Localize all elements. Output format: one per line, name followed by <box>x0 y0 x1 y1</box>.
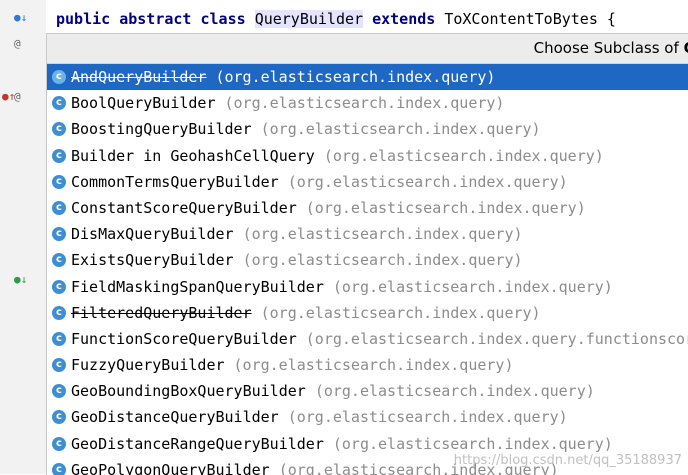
subclass-list-item[interactable]: c AndQueryBuilder (org.elasticsearch.index… <box>47 64 688 91</box>
subclass-entry: FuzzyQueryBuilder (org.elasticsearch.inde… <box>71 352 514 378</box>
subclass-entry: FilteredQueryBuilder (org.elasticsearch.i… <box>71 300 541 326</box>
editor-gutter: ●↓ @ ●↑ @ ●↓ <box>0 0 46 474</box>
subclass-package: (org.elasticsearch.index.query.functions… <box>305 329 688 348</box>
parent-class[interactable]: ToXContentToBytes <box>444 10 598 28</box>
subclass-name: ConstantScoreQueryBuilder <box>71 198 297 217</box>
keyword-extends: extends <box>372 10 436 28</box>
class-icon: c <box>52 227 66 242</box>
subclass-package: (org.elasticsearch.index.query) <box>314 382 595 401</box>
subclass-package: (org.elasticsearch.index.query) <box>233 356 514 375</box>
subclass-package: (org.elasticsearch.index.query) <box>215 68 496 86</box>
subclass-entry: CommonTermsQueryBuilder (org.elasticsearc… <box>71 169 568 195</box>
subclass-entry: FieldMaskingSpanQueryBuilder (org.elastic… <box>71 274 613 300</box>
subclass-name: GeoDistanceQueryBuilder <box>71 408 279 427</box>
subclass-package: (org.elasticsearch.index.query) <box>287 408 568 427</box>
subclass-list-item[interactable]: c GeoDistanceQueryBuilder (org.elasticsear… <box>47 404 688 430</box>
subclass-list-item[interactable]: c DisMaxQueryBuilder (org.elasticsearch.in… <box>47 221 688 247</box>
subclass-list-item[interactable]: c ExistsQueryBuilder (org.elasticsearch.in… <box>47 247 688 273</box>
implemented-icon[interactable]: ●↓ <box>14 12 27 24</box>
watermark: https://blog.csdn.net/qq_35188937 <box>453 453 682 468</box>
class-icon: c <box>52 122 66 137</box>
subclass-package: (org.elasticsearch.index.query) <box>332 277 613 296</box>
class-icon: c <box>52 70 66 84</box>
popup-title-prefix: Choose Subclass of <box>533 39 679 57</box>
subclass-list-item[interactable]: c FunctionScoreQueryBuilder (org.elasticse… <box>47 326 688 352</box>
subclass-entry: BoolQueryBuilder (org.elasticsearch.index… <box>71 90 504 116</box>
subclass-name: DisMaxQueryBuilder <box>71 225 234 244</box>
subclass-name: BoolQueryBuilder <box>71 94 216 113</box>
subclass-name: GeoPolygonQueryBuilder <box>71 460 270 475</box>
class-icon: c <box>52 253 66 268</box>
subclass-package: (org.elasticsearch.index.query) <box>305 198 586 217</box>
class-icon: c <box>52 174 66 189</box>
subclass-name: FunctionScoreQueryBuilder <box>71 329 297 348</box>
keyword-public-abstract-class: public abstract class <box>56 10 246 28</box>
subclass-name: Builder in GeohashCellQuery <box>71 146 315 165</box>
subclass-entry: DisMaxQueryBuilder (org.elasticsearch.ind… <box>71 221 523 247</box>
subclass-list-item[interactable]: c FieldMaskingSpanQueryBuilder (org.elasti… <box>47 274 688 300</box>
subclass-package: (org.elasticsearch.index.query) <box>242 251 523 270</box>
subclass-package: (org.elasticsearch.index.query) <box>224 94 505 113</box>
subclass-entry: AndQueryBuilder (org.elasticsearch.index.… <box>71 64 495 90</box>
class-icon: c <box>52 148 66 163</box>
annotation-marker-icon[interactable]: @ <box>14 91 21 103</box>
subclass-package: (org.elasticsearch.index.query) <box>260 120 541 139</box>
subclass-name: BoostingQueryBuilder <box>71 120 252 139</box>
subclass-name: GeoDistanceRangeQueryBuilder <box>71 434 324 453</box>
subclass-package: (org.elasticsearch.index.query) <box>287 172 568 191</box>
class-icon: c <box>52 462 66 475</box>
subclass-entry: ExistsQueryBuilder (org.elasticsearch.ind… <box>71 247 523 273</box>
subclass-package: (org.elasticsearch.index.query) <box>242 225 523 244</box>
popup-title-bold: Qu <box>684 39 688 57</box>
class-name[interactable]: QueryBuilder <box>254 10 364 28</box>
class-icon: c <box>52 200 66 215</box>
subclass-entry: GeoBoundingBoxQueryBuilder (org.elasticse… <box>71 378 595 404</box>
subclass-name: ExistsQueryBuilder <box>71 251 234 270</box>
subclass-list-item[interactable]: c CommonTermsQueryBuilder (org.elasticsear… <box>47 169 688 195</box>
subclass-entry: FunctionScoreQueryBuilder (org.elasticsea… <box>71 326 688 352</box>
class-icon: c <box>52 384 66 399</box>
choose-subclass-popup: Choose Subclass of Qu c AndQueryBuilder (o… <box>46 33 688 475</box>
subclass-name: FieldMaskingSpanQueryBuilder <box>71 277 324 296</box>
popup-title: Choose Subclass of Qu <box>534 39 688 57</box>
subclass-entry: GeoDistanceQueryBuilder (org.elasticsearc… <box>71 404 568 430</box>
subclass-package: (org.elasticsearch.index.query) <box>332 434 613 453</box>
subclass-name: AndQueryBuilder <box>71 68 207 86</box>
class-icon: c <box>52 436 66 451</box>
subclass-entry: ConstantScoreQueryBuilder (org.elasticsea… <box>71 195 586 221</box>
class-icon: c <box>52 305 66 320</box>
subclass-list-item[interactable]: c BoolQueryBuilder (org.elasticsearch.inde… <box>47 90 688 116</box>
subclass-package: (org.elasticsearch.index.query) <box>323 146 604 165</box>
subclass-list[interactable]: c AndQueryBuilder (org.elasticsearch.index… <box>47 64 688 475</box>
class-icon: c <box>52 279 66 294</box>
subclass-list-item[interactable]: c FilteredQueryBuilder (org.elasticsearch.… <box>47 300 688 326</box>
subclass-entry: BoostingQueryBuilder (org.elasticsearch.i… <box>71 116 541 142</box>
code-text: public abstract class QueryBuilder exten… <box>56 10 616 28</box>
subclass-name: CommonTermsQueryBuilder <box>71 172 279 191</box>
subclass-name: GeoBoundingBoxQueryBuilder <box>71 382 306 401</box>
subclass-list-item[interactable]: c Builder in GeohashCellQuery (org.elastic… <box>47 143 688 169</box>
class-icon: c <box>52 331 66 346</box>
code-line[interactable]: public abstract class QueryBuilder exten… <box>46 0 688 33</box>
implemented-green-icon[interactable]: ●↓ <box>14 274 27 286</box>
open-brace: { <box>606 10 616 28</box>
subclass-package: (org.elasticsearch.index.query) <box>260 303 541 322</box>
subclass-name: FilteredQueryBuilder <box>71 303 252 322</box>
subclass-list-item[interactable]: c ConstantScoreQueryBuilder (org.elasticse… <box>47 195 688 221</box>
subclass-list-item[interactable]: c GeoBoundingBoxQueryBuilder (org.elastics… <box>47 378 688 404</box>
class-icon: c <box>52 358 66 373</box>
subclass-list-item[interactable]: c FuzzyQueryBuilder (org.elasticsearch.ind… <box>47 352 688 378</box>
class-icon: c <box>52 96 66 111</box>
class-icon: c <box>52 410 66 425</box>
subclass-name: FuzzyQueryBuilder <box>71 356 225 375</box>
subclass-entry: Builder in GeohashCellQuery (org.elastics… <box>71 143 604 169</box>
subclass-list-item[interactable]: c BoostingQueryBuilder (org.elasticsearch.… <box>47 116 688 142</box>
override-marker-icon[interactable]: @ <box>14 38 21 50</box>
popup-header: Choose Subclass of Qu <box>47 34 688 64</box>
